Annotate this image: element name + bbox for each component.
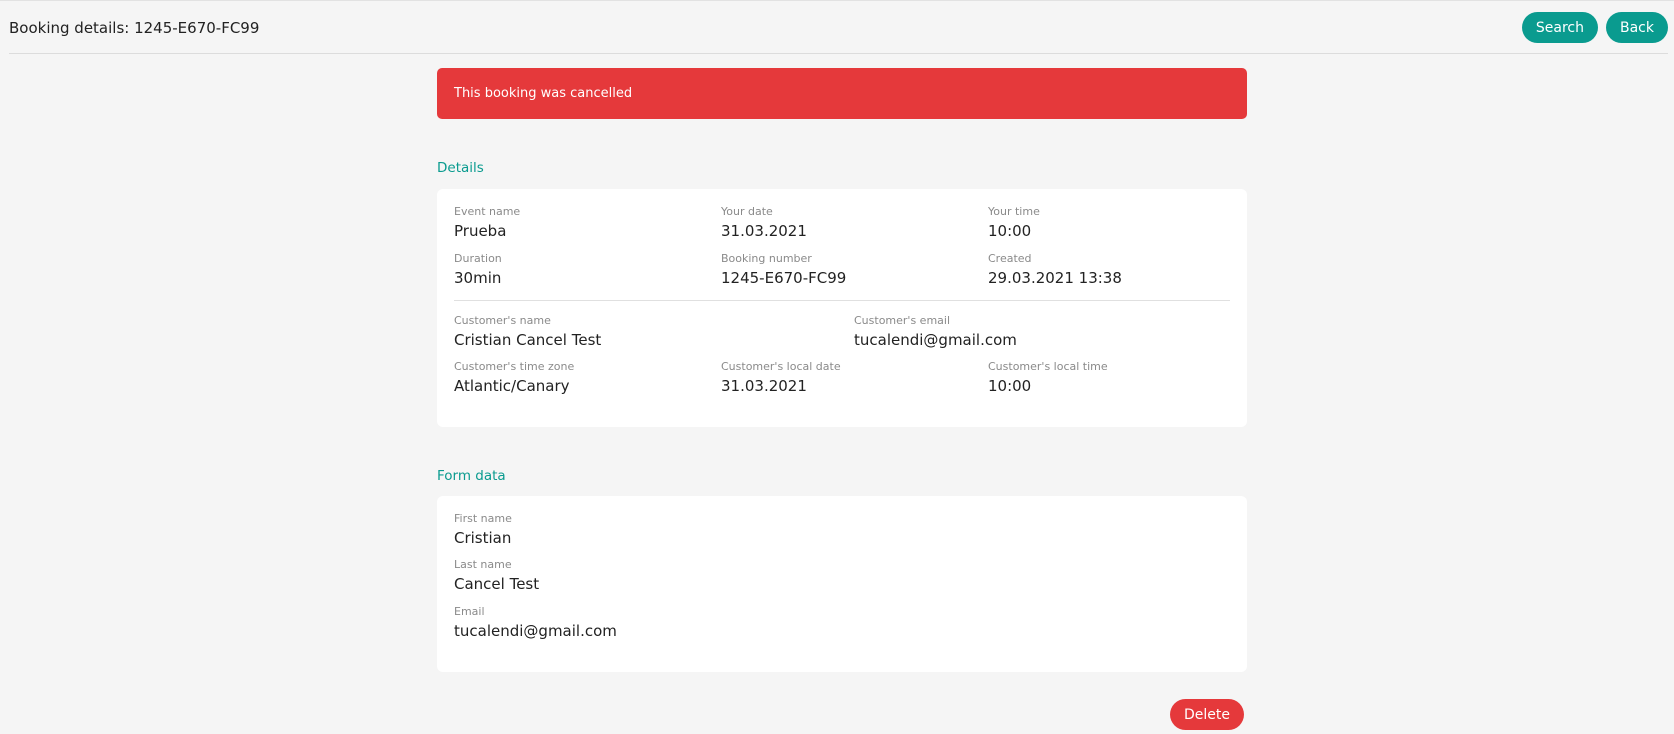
field-label: First name (454, 512, 512, 525)
field-value: Cristian Cancel Test (454, 331, 602, 349)
field-customer-time-zone: Customer's time zone Atlantic/Canary (454, 360, 574, 396)
field-label: Event name (454, 205, 521, 218)
field-value: 31.03.2021 (721, 377, 807, 395)
field-value: 31.03.2021 (721, 222, 807, 240)
search-button[interactable]: Search (1521, 12, 1598, 43)
details-divider (454, 300, 1230, 301)
field-value: 29.03.2021 13:38 (988, 269, 1122, 287)
page-header: Booking details: 1245-E670-FC99 Search B… (9, 1, 1668, 54)
field-customer-name: Customer's name Cristian Cancel Test (454, 314, 601, 350)
field-label: Your date (721, 205, 773, 218)
field-label: Last name (454, 558, 512, 571)
field-value: tucalendi@gmail.com (854, 331, 1017, 349)
details-card: Event name Prueba Your date 31.03.2021 Y… (437, 189, 1247, 427)
field-value: Atlantic/Canary (454, 377, 570, 395)
header-actions: Search Back (1521, 12, 1668, 43)
field-your-date: Your date 31.03.2021 (721, 205, 807, 241)
field-label: Your time (988, 205, 1040, 218)
field-value: tucalendi@gmail.com (454, 622, 617, 640)
alert-text: This booking was cancelled (454, 86, 633, 101)
field-label: Customer's local time (988, 360, 1108, 373)
details-section-title: Details (437, 160, 484, 176)
field-label: Customer's email (854, 314, 951, 327)
back-button[interactable]: Back (1606, 12, 1668, 43)
field-duration: Duration 30min (454, 252, 502, 288)
field-label: Customer's local date (721, 360, 841, 373)
field-first-name: First name Cristian (454, 512, 512, 548)
field-label: Created (988, 252, 1032, 265)
field-label: Customer's name (454, 314, 551, 327)
field-customer-local-date: Customer's local date 31.03.2021 (721, 360, 841, 396)
form-data-card: First name Cristian Last name Cancel Tes… (437, 496, 1247, 672)
cancelled-alert: This booking was cancelled (437, 68, 1247, 119)
field-created: Created 29.03.2021 13:38 (988, 252, 1122, 288)
field-last-name: Last name Cancel Test (454, 558, 539, 594)
field-label: Booking number (721, 252, 812, 265)
field-email: Email tucalendi@gmail.com (454, 605, 617, 641)
field-customer-local-time: Customer's local time 10:00 (988, 360, 1108, 396)
form-data-section-title: Form data (437, 468, 506, 484)
field-label: Email (454, 605, 485, 618)
field-label: Customer's time zone (454, 360, 575, 373)
field-value: Cancel Test (454, 575, 540, 593)
field-event-name: Event name Prueba (454, 205, 520, 241)
field-value: 1245-E670-FC99 (721, 269, 847, 287)
field-booking-number: Booking number 1245-E670-FC99 (721, 252, 846, 288)
field-label: Duration (454, 252, 502, 265)
field-your-time: Your time 10:00 (988, 205, 1040, 241)
field-customer-email: Customer's email tucalendi@gmail.com (854, 314, 1017, 350)
field-value: Cristian (454, 529, 512, 547)
delete-button[interactable]: Delete (1170, 699, 1244, 730)
field-value: 30min (454, 269, 502, 287)
field-value: Prueba (454, 222, 507, 240)
page-title: Booking details: 1245-E670-FC99 (9, 18, 260, 37)
field-value: 10:00 (988, 377, 1032, 395)
field-value: 10:00 (988, 222, 1032, 240)
